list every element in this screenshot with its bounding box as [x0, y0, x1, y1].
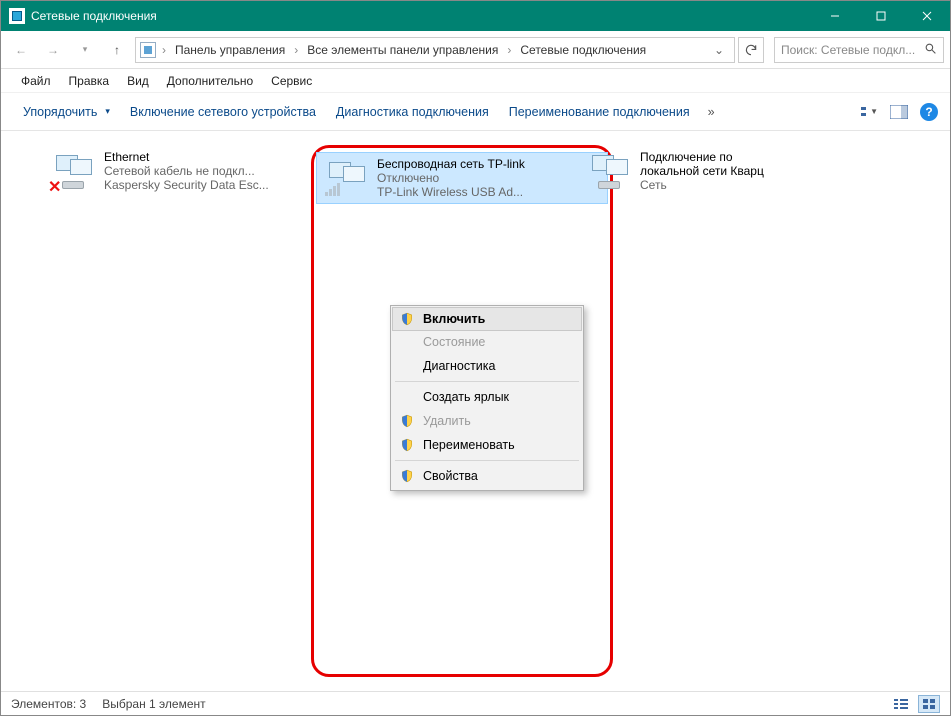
help-button[interactable]: ?: [920, 103, 938, 121]
location-icon: [140, 42, 156, 58]
connection-device: TP-Link Wireless USB Ad...: [377, 185, 525, 199]
content-pane: ✕ Ethernet Сетевой кабель не подкл... Ka…: [1, 131, 950, 691]
search-icon: [924, 42, 937, 58]
breadcrumb-mid[interactable]: Все элементы панели управления: [304, 43, 501, 57]
preview-pane-button[interactable]: [890, 103, 908, 121]
ctx-enable-label: Включить: [423, 312, 485, 326]
refresh-button[interactable]: [738, 37, 764, 63]
adapter-icon: [586, 150, 634, 192]
back-button[interactable]: ←: [7, 36, 35, 64]
up-button[interactable]: ↑: [103, 36, 131, 64]
window-icon: [9, 8, 25, 24]
diagnose-button[interactable]: Диагностика подключения: [326, 101, 499, 123]
breadcrumb-sep: [505, 43, 513, 57]
title-bar: Сетевые подключения: [1, 1, 950, 31]
breadcrumb-root[interactable]: Панель управления: [172, 43, 288, 57]
ctx-create-shortcut[interactable]: Создать ярлык: [393, 385, 581, 409]
status-selected: Выбран 1 элемент: [102, 697, 205, 711]
ctx-delete: Удалить: [393, 409, 581, 433]
forward-button: →: [39, 36, 67, 64]
connection-status: Сеть: [640, 178, 764, 192]
connection-name: Ethernet: [104, 150, 269, 164]
connection-name-line1: Подключение по: [640, 150, 764, 164]
status-count: Элементов: 3: [11, 697, 86, 711]
context-menu: Включить Состояние Диагностика Создать я…: [390, 305, 584, 491]
command-bar: Упорядочить Включение сетевого устройств…: [1, 93, 950, 131]
wifi-bars-icon: [325, 183, 340, 196]
connection-name: Беспроводная сеть TP-link: [377, 157, 525, 171]
address-bar[interactable]: Панель управления Все элементы панели уп…: [135, 37, 735, 63]
maximize-button[interactable]: [858, 1, 904, 31]
large-icons-view-button[interactable]: [918, 695, 940, 713]
shield-icon: [399, 311, 415, 327]
search-box[interactable]: Поиск: Сетевые подкл...: [774, 37, 944, 63]
recent-button[interactable]: ▾: [71, 36, 99, 64]
menu-advanced[interactable]: Дополнительно: [159, 72, 261, 90]
shield-icon: [399, 437, 415, 453]
nav-bar: ← → ▾ ↑ Панель управления Все элементы п…: [1, 31, 950, 69]
connection-name-line2: локальной сети Кварц: [640, 164, 764, 178]
menu-bar: Файл Правка Вид Дополнительно Сервис: [1, 69, 950, 93]
organize-button[interactable]: Упорядочить: [13, 101, 120, 123]
minimize-button[interactable]: [812, 1, 858, 31]
window-title: Сетевые подключения: [31, 9, 157, 23]
connection-device: Kaspersky Security Data Esc...: [104, 178, 269, 192]
connection-item-ethernet[interactable]: ✕ Ethernet Сетевой кабель не подкл... Ka…: [43, 145, 293, 677]
breadcrumb-sep: [292, 43, 300, 57]
breadcrumb-sep: [160, 43, 168, 57]
rename-button[interactable]: Переименование подключения: [499, 101, 700, 123]
error-x-icon: ✕: [48, 177, 62, 191]
enable-device-button[interactable]: Включение сетевого устройства: [120, 101, 326, 123]
connection-status: Сетевой кабель не подкл...: [104, 164, 269, 178]
commands-overflow[interactable]: »: [700, 101, 723, 123]
close-button[interactable]: [904, 1, 950, 31]
shield-icon: [399, 468, 415, 484]
ctx-status: Состояние: [393, 330, 581, 354]
menu-edit[interactable]: Правка: [61, 72, 118, 90]
shield-icon: [399, 413, 415, 429]
ctx-properties[interactable]: Свойства: [393, 464, 581, 488]
ctx-enable[interactable]: Включить: [392, 307, 582, 331]
search-placeholder: Поиск: Сетевые подкл...: [781, 43, 918, 57]
breadcrumb-leaf[interactable]: Сетевые подключения: [517, 43, 649, 57]
ctx-rename[interactable]: Переименовать: [393, 433, 581, 457]
details-view-button[interactable]: [890, 695, 912, 713]
connection-status: Отключено: [377, 171, 525, 185]
menu-service[interactable]: Сервис: [263, 72, 320, 90]
menu-file[interactable]: Файл: [13, 72, 59, 90]
status-bar: Элементов: 3 Выбран 1 элемент: [1, 691, 950, 715]
connection-item-wireless[interactable]: Беспроводная сеть TP-link Отключено TP-L…: [316, 152, 608, 204]
view-options-button[interactable]: ▼: [860, 103, 878, 121]
address-dropdown[interactable]: ⌄: [708, 43, 730, 57]
menu-view[interactable]: Вид: [119, 72, 157, 90]
adapter-icon: ✕: [50, 150, 98, 192]
connection-item-lan[interactable]: Подключение по локальной сети Кварц Сеть: [579, 145, 829, 677]
ctx-diagnostics[interactable]: Диагностика: [393, 354, 581, 378]
adapter-icon: [323, 157, 371, 199]
